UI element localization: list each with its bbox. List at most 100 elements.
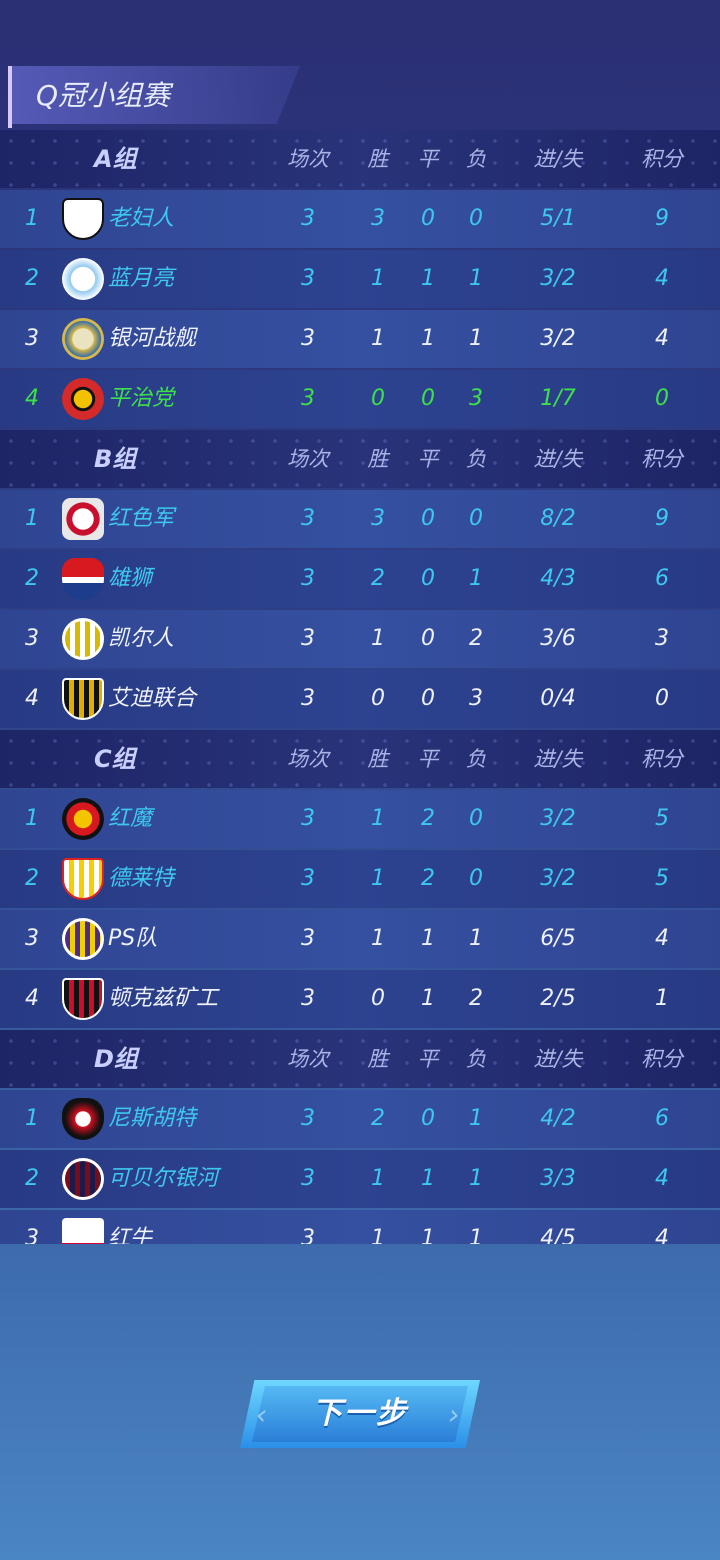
draws: 2 bbox=[421, 866, 435, 891]
leipzig-logo bbox=[62, 1218, 104, 1244]
wins: 1 bbox=[371, 326, 385, 351]
draws: 0 bbox=[421, 1106, 435, 1131]
goals-for-against: 8/2 bbox=[540, 506, 576, 531]
losses: 1 bbox=[469, 1226, 483, 1244]
page-title: Q冠小组赛 bbox=[36, 79, 171, 112]
table-row[interactable]: 2 德莱特 3 1 2 0 3/2 5 bbox=[0, 850, 720, 908]
games-played: 3 bbox=[301, 1226, 315, 1244]
losses: 1 bbox=[469, 566, 483, 591]
losses: 2 bbox=[469, 626, 483, 651]
udinese-logo bbox=[62, 678, 104, 720]
team-name: 尼斯胡特 bbox=[108, 1106, 197, 1131]
table-row[interactable]: 1 尼斯胡特 3 2 0 1 4/2 6 bbox=[0, 1090, 720, 1148]
group-name: C组 bbox=[94, 745, 136, 773]
table-row[interactable]: 3 凯尔人 3 1 0 2 3/6 3 bbox=[0, 610, 720, 668]
goals-for-against: 3/3 bbox=[540, 1166, 576, 1191]
table-row[interactable]: 3 银河战舰 3 1 1 1 3/2 4 bbox=[0, 310, 720, 368]
wins: 0 bbox=[371, 986, 385, 1011]
rank: 2 bbox=[25, 1166, 39, 1191]
header-draws: 平 bbox=[417, 1047, 439, 1071]
wins: 3 bbox=[371, 206, 385, 231]
goals-for-against: 2/5 bbox=[540, 986, 576, 1011]
points: 4 bbox=[655, 926, 669, 951]
losses: 0 bbox=[469, 506, 483, 531]
team-name: 德莱特 bbox=[108, 866, 175, 891]
points: 0 bbox=[655, 686, 669, 711]
goals-for-against: 3/2 bbox=[540, 266, 576, 291]
losses: 0 bbox=[469, 866, 483, 891]
draws: 0 bbox=[421, 626, 435, 651]
games-played: 3 bbox=[301, 1166, 315, 1191]
table-row[interactable]: 2 可贝尔银河 3 1 1 1 3/3 4 bbox=[0, 1150, 720, 1208]
games-played: 3 bbox=[301, 626, 315, 651]
header-wins: 胜 bbox=[367, 147, 389, 171]
header-games: 场次 bbox=[287, 1047, 329, 1071]
rank: 1 bbox=[25, 206, 39, 231]
header-goals: 进/失 bbox=[533, 447, 583, 471]
standings-table[interactable]: A组 场次胜平负进/失 积分 1 老妇人 3 3 0 0 5/1 9 2 蓝月亮 3 1 1 1 3/2 4 3 银河战… bbox=[0, 130, 720, 1244]
group-header: D组 场次 胜 平 负 进/失 积分 bbox=[0, 1030, 720, 1088]
lyon-logo bbox=[62, 558, 104, 600]
table-row[interactable]: 1 红魔 3 1 2 0 3/2 5 bbox=[0, 790, 720, 848]
header-games: 场次 bbox=[287, 447, 329, 471]
team-name: 老妇人 bbox=[108, 206, 175, 231]
header-points: 积分 bbox=[641, 447, 683, 471]
table-row[interactable]: 2 蓝月亮 3 1 1 1 3/2 4 bbox=[0, 250, 720, 308]
group-name: A组 bbox=[94, 145, 137, 173]
goals-for-against: 0/4 bbox=[540, 686, 576, 711]
wins: 1 bbox=[371, 866, 385, 891]
table-row[interactable]: 1 红色军 3 3 0 0 8/2 9 bbox=[0, 490, 720, 548]
games-played: 3 bbox=[301, 206, 315, 231]
draws: 0 bbox=[421, 686, 435, 711]
goals-for-against: 4/3 bbox=[540, 566, 576, 591]
rank: 3 bbox=[25, 1226, 39, 1244]
goals-for-against: 6/5 bbox=[540, 926, 576, 951]
rank: 3 bbox=[25, 926, 39, 951]
header-games: 场次 bbox=[287, 747, 329, 771]
rank: 1 bbox=[25, 1106, 39, 1131]
table-row[interactable]: 4 顿克兹矿工 3 0 1 2 2/5 1 bbox=[0, 970, 720, 1028]
table-row[interactable]: 1 老妇人 3 3 0 0 5/1 9 bbox=[0, 190, 720, 248]
group-name: D组 bbox=[94, 1045, 138, 1073]
rank: 4 bbox=[25, 686, 39, 711]
draws: 1 bbox=[421, 326, 435, 351]
points: 6 bbox=[655, 1106, 669, 1131]
liverpool-logo bbox=[62, 498, 104, 540]
wins: 2 bbox=[371, 1106, 385, 1131]
games-played: 3 bbox=[301, 1106, 315, 1131]
table-row[interactable]: 4 艾迪联合 3 0 0 3 0/4 0 bbox=[0, 670, 720, 728]
header-wins: 胜 bbox=[367, 747, 389, 771]
rank: 1 bbox=[25, 806, 39, 831]
losses: 1 bbox=[469, 326, 483, 351]
draws: 2 bbox=[421, 806, 435, 831]
games-played: 3 bbox=[301, 266, 315, 291]
table-row[interactable]: 3 红牛 3 1 1 1 4/5 4 bbox=[0, 1210, 720, 1244]
header-points: 积分 bbox=[641, 147, 683, 171]
points: 1 bbox=[655, 986, 669, 1011]
losses: 2 bbox=[469, 986, 483, 1011]
wins: 1 bbox=[371, 806, 385, 831]
team-name: 凯尔人 bbox=[108, 626, 175, 651]
points: 9 bbox=[655, 506, 669, 531]
next-button[interactable]: 下一步 bbox=[240, 1380, 480, 1448]
table-row[interactable]: 4 平治党 3 0 0 3 1/7 0 bbox=[0, 370, 720, 428]
rank: 4 bbox=[25, 386, 39, 411]
games-played: 3 bbox=[301, 386, 315, 411]
points: 4 bbox=[655, 1166, 669, 1191]
draws: 0 bbox=[421, 566, 435, 591]
losses: 1 bbox=[469, 266, 483, 291]
goals-for-against: 5/1 bbox=[540, 206, 576, 231]
table-row[interactable]: 2 雄狮 3 2 0 1 4/3 6 bbox=[0, 550, 720, 608]
draws: 1 bbox=[421, 926, 435, 951]
draws: 1 bbox=[421, 1226, 435, 1244]
juventus-logo bbox=[62, 198, 104, 240]
rank: 2 bbox=[25, 866, 39, 891]
points: 6 bbox=[655, 566, 669, 591]
wins: 0 bbox=[371, 386, 385, 411]
donetsk-logo bbox=[62, 978, 104, 1020]
games-played: 3 bbox=[301, 926, 315, 951]
table-row[interactable]: 3 PS队 3 1 1 1 6/5 4 bbox=[0, 910, 720, 968]
wins: 1 bbox=[371, 1226, 385, 1244]
losses: 1 bbox=[469, 926, 483, 951]
points: 5 bbox=[655, 866, 669, 891]
